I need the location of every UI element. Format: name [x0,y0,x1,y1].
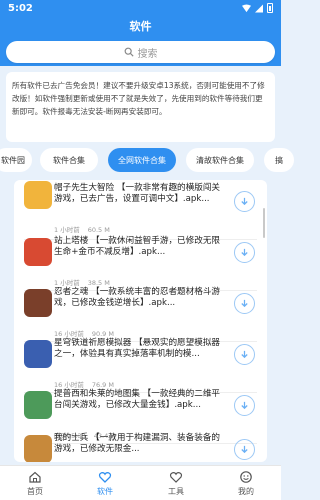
notice-card: 所有软件已去广告免会员！建议不要升级安卓13系统，否则可能使用不了修改版！如软件… [6,72,275,142]
tools-heart-icon [169,472,183,483]
nav-profile[interactable]: 我的 [221,470,271,497]
item-time: 1 小时前 [54,226,80,234]
tab-label: 清故软件合集 [196,155,244,165]
app-thumbnail [24,181,52,209]
nav-home[interactable]: 首页 [10,470,60,497]
app-thumbnail [24,391,52,419]
download-button[interactable] [234,344,255,365]
list-item[interactable]: 站上塔楼 【一款休闲益智手游，已修改无限生命+金币不减反增】.apk... 1 … [14,236,267,291]
tab-software-garden[interactable]: 软件园 [0,148,32,172]
wifi-icon [242,3,251,12]
search-icon [124,47,134,57]
status-time: 5:02 [8,3,33,14]
download-arrow-icon [241,299,248,308]
list-item[interactable]: 忍者之魂 【一款系统丰富的忍者题材格斗游戏，已修改金钱逆增长】.apk... 1… [14,287,267,342]
item-time: 1 小时前 [54,279,80,287]
item-size: 76.9 M [91,381,114,389]
nav-label: 我的 [238,487,254,496]
download-arrow-icon [241,445,248,454]
item-size: 90.9 M [91,330,114,338]
list-item[interactable]: 帽子先生大智险 【一款非常有趣的横版闯关游戏，已去广告，设置可调中文】.apk.… [14,181,267,240]
list-item[interactable]: 星穹铁道祈愿模拟器 【悬观实的愿望模拟器之一，体验具有真实掉落率机制的模... … [14,338,267,393]
item-time: 16 小时前 [54,330,84,338]
nav-software[interactable]: 软件 [80,470,130,497]
item-size: 60.5 M [87,226,110,234]
tab-clean-software-collection[interactable]: 清故软件合集 [186,148,254,172]
download-button[interactable] [234,242,255,263]
tab-label: 全网软件合集 [118,155,166,165]
item-time: 16 小时前 [54,381,84,389]
tab-label: 软件园 [1,155,25,165]
software-list[interactable]: 帽子先生大智险 【一款非常有趣的横版闯关游戏，已去广告，设置可调中文】.apk.… [14,180,267,462]
item-meta: 16 小时前 76.9 M [54,379,114,389]
item-title: 站上塔楼 【一款休闲益智手游，已修改无限生命+金币不减反增】.apk... [54,236,221,257]
status-bar: 5:02 [0,0,281,18]
top-app-bar: 5:02 软件 搜索 [0,0,281,66]
tab-more[interactable]: 搞 [264,148,294,172]
item-title: 我的士兵 【一款用于构建漏洞、装备装备的游戏，已修改无限金... [54,433,221,454]
list-item[interactable]: 我的士兵 【一款用于构建漏洞、装备装备的游戏，已修改无限金... [14,433,267,462]
status-icons [242,3,273,13]
download-button[interactable] [234,293,255,314]
download-button[interactable] [234,395,255,416]
page-title: 软件 [129,20,152,33]
download-arrow-icon [241,401,248,410]
item-size: 38.5 M [87,279,110,287]
nav-label: 软件 [97,487,113,496]
notice-text: 所有软件已去广告免会员！建议不要升级安卓13系统，否则可能使用不了修改版！如软件… [12,81,265,116]
item-meta: 16 小时前 90.9 M [54,328,114,338]
software-heart-icon [98,472,112,483]
home-icon [29,471,41,483]
tab-label: 软件合集 [53,155,85,165]
download-button[interactable] [234,439,255,460]
app-thumbnail [24,340,52,368]
download-arrow-icon [241,197,248,206]
nav-label: 首页 [27,487,43,496]
item-meta: 1 小时前 60.5 M [54,224,110,234]
download-button[interactable] [234,191,255,212]
download-arrow-icon [241,350,248,359]
tab-label: 搞 [275,155,283,165]
bottom-navigation: 首页 软件 工具 我的 [0,465,281,500]
tab-software-collection[interactable]: 软件合集 [40,148,98,172]
download-arrow-icon [241,248,248,257]
item-title: 帽子先生大智险 【一款非常有趣的横版闯关游戏，已去广告，设置可调中文】.apk.… [54,183,221,204]
app-thumbnail [24,238,52,266]
item-title: 星穹铁道祈愿模拟器 【悬观实的愿望模拟器之一，体验具有真实掉落率机制的模... [54,338,221,359]
item-title: 提普西和朱莱的地图集 【一款经典的二维平台闯关游戏，已修改大量金钱】.apk..… [54,389,221,410]
nav-tools[interactable]: 工具 [151,470,201,497]
tab-all-software-collection[interactable]: 全网软件合集 [108,148,176,172]
signal-icon [255,4,263,12]
item-meta: 1 小时前 38.5 M [54,277,110,287]
app-thumbnail [24,435,52,462]
item-title: 忍者之魂 【一款系统丰富的忍者题材格斗游戏，已修改金钱逆增长】.apk... [54,287,221,308]
category-tabs: 软件园 软件合集 全网软件合集 清故软件合集 搞 [0,148,294,172]
search-bar[interactable]: 搜索 [6,41,275,63]
nav-label: 工具 [168,487,184,496]
app-thumbnail [24,289,52,317]
search-placeholder: 搜索 [137,48,158,60]
battery-icon [267,3,273,13]
smiley-icon [240,471,252,483]
